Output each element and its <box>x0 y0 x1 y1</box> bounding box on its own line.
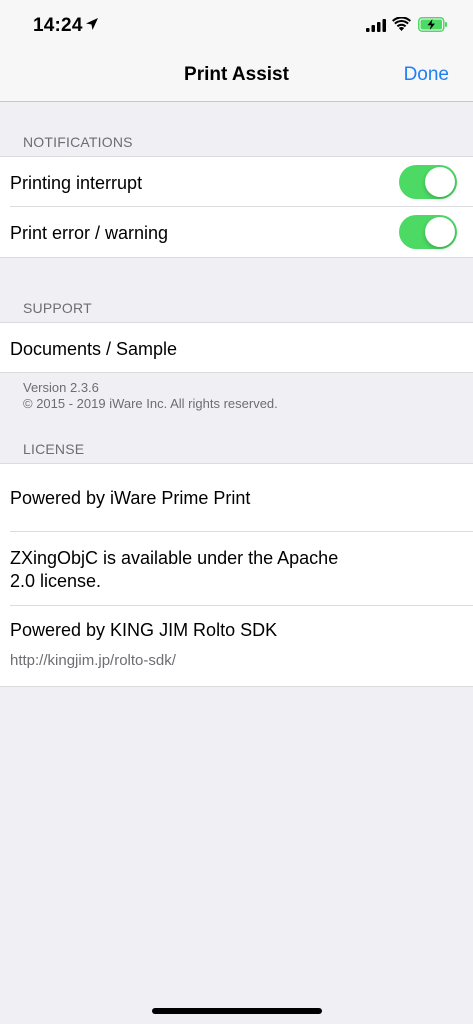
print-error-warning-label: Print error / warning <box>10 223 169 243</box>
print-error-warning-row: Print error / warning <box>0 207 473 257</box>
done-button[interactable]: Done <box>404 64 449 86</box>
wifi-icon <box>392 17 411 31</box>
status-time: 14:24 <box>33 15 83 36</box>
navigation-bar: Print Assist Done <box>0 50 473 102</box>
print-error-warning-toggle[interactable] <box>399 215 457 249</box>
printing-interrupt-row: Printing interrupt <box>0 157 473 207</box>
signal-icon <box>366 19 386 32</box>
notifications-section-header: NOTIFICATIONS <box>23 134 133 150</box>
license-iware-label: Powered by iWare Prime Print <box>10 488 251 508</box>
printing-interrupt-toggle[interactable] <box>399 165 457 199</box>
toggle-knob <box>425 217 455 247</box>
license-section-header: LICENSE <box>23 441 85 457</box>
notifications-group: Printing interrupt Print error / warning <box>0 156 473 258</box>
battery-charging-icon <box>418 17 447 32</box>
home-indicator[interactable] <box>152 1008 322 1014</box>
license-row-zxing[interactable]: ZXingObjC is available under the Apache … <box>0 532 473 606</box>
license-row-iware[interactable]: Powered by iWare Prime Print <box>0 464 473 532</box>
version-text: Version 2.3.6 <box>23 380 99 395</box>
documents-sample-label: Documents / Sample <box>10 339 178 359</box>
support-section-header: SUPPORT <box>23 300 92 316</box>
toggle-knob <box>425 167 455 197</box>
license-zxing-label-line1: ZXingObjC is available under the Apache <box>10 548 339 568</box>
location-arrow-icon <box>86 18 98 30</box>
page-title: Print Assist <box>184 64 289 85</box>
license-kingjim-url[interactable]: http://kingjim.jp/rolto-sdk/ <box>10 652 176 669</box>
settings-screen: 14:24 Print Assist Done NOTIFICATIONS Pr… <box>0 0 473 1024</box>
printing-interrupt-label: Printing interrupt <box>10 173 143 193</box>
support-group: Documents / Sample <box>0 322 473 373</box>
license-zxing-label-line2: 2.0 license. <box>10 571 102 591</box>
copyright-text: © 2015 - 2019 iWare Inc. All rights rese… <box>23 396 278 411</box>
license-kingjim-label: Powered by KING JIM Rolto SDK <box>10 620 278 640</box>
status-bar: 14:24 <box>0 0 473 50</box>
documents-sample-row[interactable]: Documents / Sample <box>0 323 473 372</box>
license-row-kingjim[interactable]: Powered by KING JIM Rolto SDK http://kin… <box>0 606 473 686</box>
license-group: Powered by iWare Prime Print ZXingObjC i… <box>0 463 473 687</box>
